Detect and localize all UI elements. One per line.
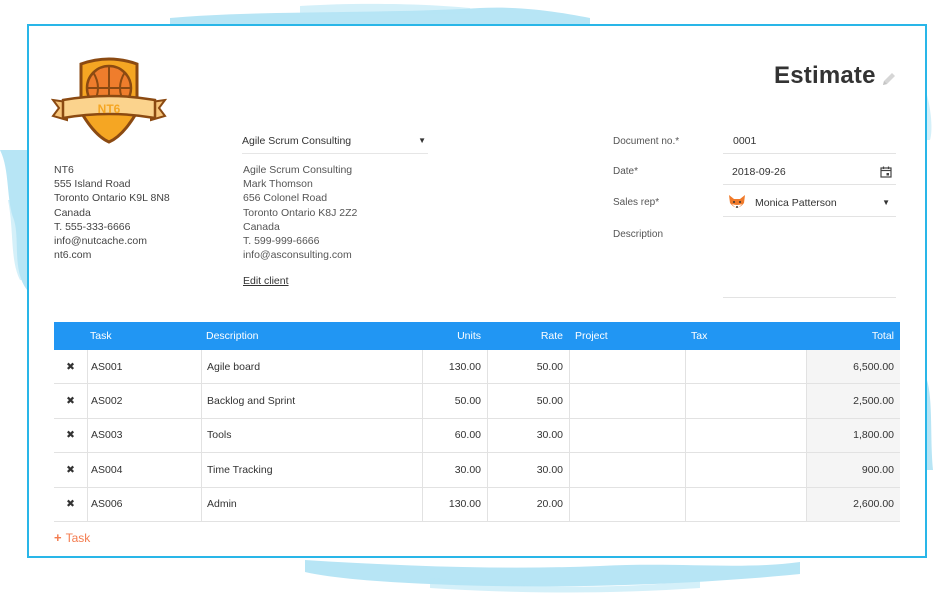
units-cell[interactable]: 130.00 xyxy=(422,350,481,383)
date-value: 2018-09-26 xyxy=(732,165,786,178)
client-country: Canada xyxy=(243,220,280,233)
table-body: ✖ AS001 Agile board 130.00 50.00 6,500.00 ✖ AS0… xyxy=(54,350,900,522)
client-dropdown[interactable]: Agile Scrum Consulting ▼ xyxy=(242,128,428,154)
units-cell[interactable]: 60.00 xyxy=(422,419,481,452)
company-city: Toronto Ontario K9L 8N8 xyxy=(54,192,170,205)
column-header-tax: Tax xyxy=(691,330,708,342)
estimate-card: NT6 NT6 555 Island Road Toronto Ontario … xyxy=(27,24,927,558)
client-dropdown-value: Agile Scrum Consulting xyxy=(242,134,352,147)
total-cell: 1,800.00 xyxy=(853,429,894,442)
delete-row-icon[interactable]: ✖ xyxy=(54,384,87,417)
add-task-label: Task xyxy=(65,530,91,545)
description-cell[interactable]: Backlog and Sprint xyxy=(207,384,295,417)
table-row: ✖ AS006 Admin 130.00 20.00 2,600.00 xyxy=(54,487,900,522)
delete-row-icon[interactable]: ✖ xyxy=(54,488,87,521)
column-header-total: Total xyxy=(871,330,894,342)
task-cell[interactable]: AS002 xyxy=(91,384,123,417)
document-number-label: Document no.* xyxy=(613,136,680,147)
table-row: ✖ AS004 Time Tracking 30.00 30.00 900.00 xyxy=(54,453,900,488)
total-cell: 900.00 xyxy=(861,463,894,476)
rate-cell[interactable]: 50.00 xyxy=(487,350,563,383)
client-phone: T. 599-999-6666 xyxy=(243,235,320,248)
table-row: ✖ AS001 Agile board 130.00 50.00 6,500.00 xyxy=(54,350,900,385)
document-number-value: 0001 xyxy=(733,134,757,147)
edit-client-link[interactable]: Edit client xyxy=(243,275,289,287)
description-label: Description xyxy=(613,229,664,240)
table-header: Task Description Units Rate Project Tax … xyxy=(54,322,900,350)
total-cell: 6,500.00 xyxy=(853,360,894,373)
rate-cell[interactable]: 50.00 xyxy=(487,384,563,417)
company-website: nt6.com xyxy=(54,249,92,262)
total-cell: 2,500.00 xyxy=(853,395,894,408)
pencil-icon[interactable] xyxy=(880,70,898,88)
sales-rep-label: Sales rep* xyxy=(613,197,660,208)
line-items-table: Task Description Units Rate Project Tax … xyxy=(54,322,900,522)
column-header-project: Project xyxy=(575,330,608,342)
column-header-rate: Rate xyxy=(540,330,563,342)
table-row: ✖ AS003 Tools 60.00 30.00 1,800.00 xyxy=(54,418,900,454)
client-email: info@asconsulting.com xyxy=(243,249,352,262)
client-city: Toronto Ontario K8J 2Z2 xyxy=(243,206,358,219)
column-header-description: Description xyxy=(206,330,259,342)
description-cell[interactable]: Admin xyxy=(207,488,237,521)
delete-row-icon[interactable]: ✖ xyxy=(54,350,87,383)
company-phone: T. 555-333-6666 xyxy=(54,220,131,233)
delete-row-icon[interactable]: ✖ xyxy=(54,453,87,486)
units-cell[interactable]: 30.00 xyxy=(422,453,481,486)
rate-cell[interactable]: 20.00 xyxy=(487,488,563,521)
client-company: Agile Scrum Consulting xyxy=(243,164,353,176)
logo-text: NT6 xyxy=(98,102,121,116)
column-header-units: Units xyxy=(457,330,481,342)
sales-rep-value: Monica Patterson xyxy=(755,196,837,209)
chevron-down-icon: ▼ xyxy=(418,136,426,145)
plus-icon: + xyxy=(54,530,62,545)
client-address: Agile Scrum Consulting Mark Thomson 656 … xyxy=(243,163,357,262)
total-cell: 2,600.00 xyxy=(853,498,894,511)
task-cell[interactable]: AS001 xyxy=(91,350,123,383)
page-title: Estimate xyxy=(774,62,876,89)
column-header-task: Task xyxy=(90,330,112,342)
rate-cell[interactable]: 30.00 xyxy=(487,419,563,452)
calendar-icon[interactable] xyxy=(880,166,892,178)
rate-cell[interactable]: 30.00 xyxy=(487,453,563,486)
units-cell[interactable]: 50.00 xyxy=(422,384,481,417)
description-field[interactable] xyxy=(723,224,896,298)
company-name: NT6 xyxy=(54,164,74,176)
client-street: 656 Colonel Road xyxy=(243,192,328,205)
company-address: NT6 555 Island Road Toronto Ontario K9L … xyxy=(54,163,170,262)
table-row: ✖ AS002 Backlog and Sprint 50.00 50.00 2,500.… xyxy=(54,384,900,419)
description-cell[interactable]: Tools xyxy=(207,419,232,452)
add-task-button[interactable]: + Task xyxy=(54,530,90,545)
sales-rep-dropdown[interactable]: Monica Patterson ▼ xyxy=(723,189,896,217)
fox-avatar-icon xyxy=(729,194,745,208)
document-number-field[interactable]: 0001 xyxy=(723,128,896,154)
task-cell[interactable]: AS003 xyxy=(91,419,123,452)
description-cell[interactable]: Agile board xyxy=(207,350,260,383)
task-cell[interactable]: AS004 xyxy=(91,453,123,486)
client-contact: Mark Thomson xyxy=(243,178,313,191)
date-field[interactable]: 2018-09-26 xyxy=(723,159,896,185)
delete-row-icon[interactable]: ✖ xyxy=(54,419,87,452)
company-street: 555 Island Road xyxy=(54,178,131,191)
description-cell[interactable]: Time Tracking xyxy=(207,453,273,486)
units-cell[interactable]: 130.00 xyxy=(422,488,481,521)
company-logo: NT6 xyxy=(51,57,167,144)
company-country: Canada xyxy=(54,206,91,219)
chevron-down-icon: ▼ xyxy=(882,198,890,207)
date-label: Date* xyxy=(613,166,639,177)
company-email: info@nutcache.com xyxy=(54,235,147,248)
task-cell[interactable]: AS006 xyxy=(91,488,123,521)
